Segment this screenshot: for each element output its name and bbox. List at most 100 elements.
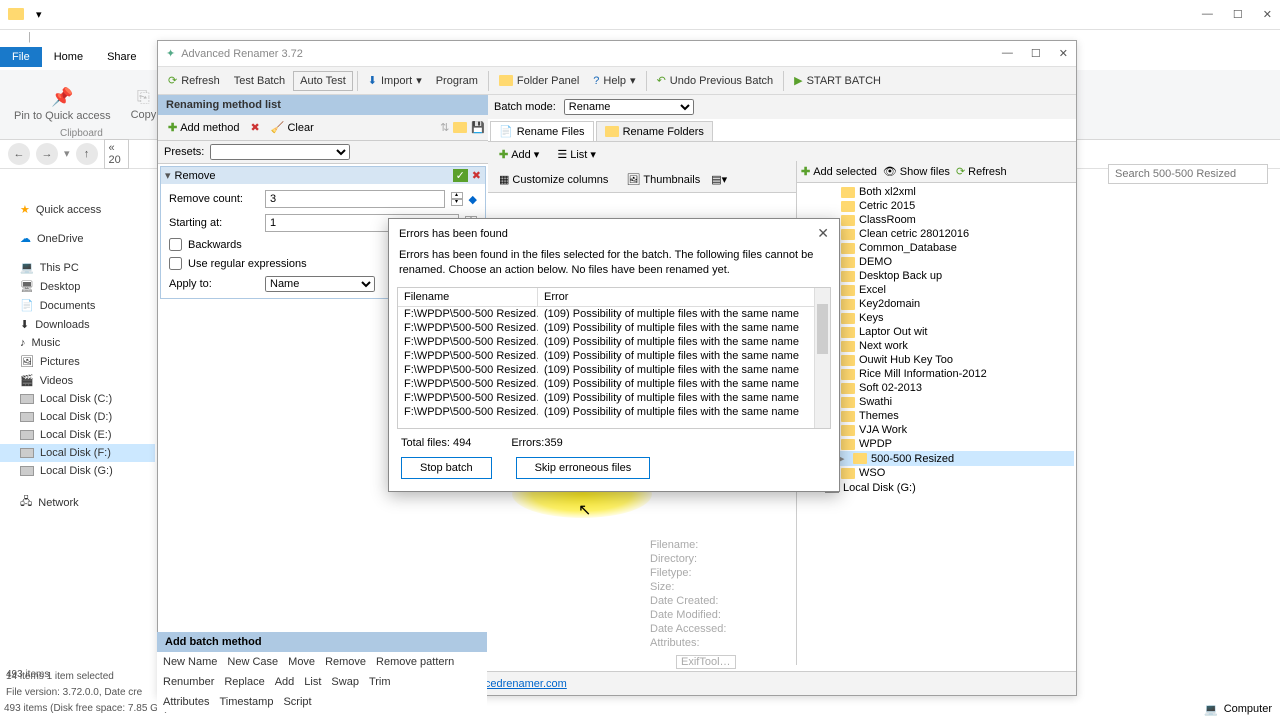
show-files-button[interactable]: 👁Show files [883,165,950,178]
folder-panel-button[interactable]: Folder Panel [493,72,585,90]
clear-button[interactable]: 🧹Clear [264,118,321,137]
tree-item[interactable]: WSO [799,466,1074,480]
sidebar-quick-access[interactable]: ★Quick access [0,200,155,219]
tree-item[interactable]: DEMO [799,255,1074,269]
remove-method-header[interactable]: ▾ Remove ✓ ✖ [161,167,485,184]
method-link[interactable]: List [304,676,321,688]
tree-item[interactable]: Laptor Out wit [799,325,1074,339]
sidebar-pictures[interactable]: 🖼Pictures [0,352,155,371]
sidebar-onedrive[interactable]: ☁OneDrive [0,229,155,248]
close-icon[interactable]: ✕ [817,225,829,242]
tree-item[interactable]: Themes [799,409,1074,423]
help-icon[interactable]: ◆ [469,193,477,206]
table-row[interactable]: F:\WPDP\500-500 Resized…(109) Possibilit… [398,377,830,391]
table-row[interactable]: F:\WPDP\500-500 Resized…(109) Possibilit… [398,307,830,321]
tree-item[interactable]: Next work [799,339,1074,353]
sidebar-videos[interactable]: 🎬Videos [0,371,155,390]
tree-item[interactable]: Ouwit Hub Key Too [799,353,1074,367]
thumbnails-button[interactable]: 🖼Thumbnails [619,170,707,189]
spinner[interactable]: ▴▾ [451,192,463,206]
method-link[interactable]: New Case [227,656,278,668]
tree-item[interactable]: ▸Local Disk (G:) [799,480,1074,495]
method-link[interactable]: Move [288,656,315,668]
table-row[interactable]: F:\WPDP\500-500 Resized…(109) Possibilit… [398,335,830,349]
table-row[interactable]: F:\WPDP\500-500 Resized…(109) Possibilit… [398,391,830,405]
tab-share[interactable]: Share [95,47,148,67]
tree-item[interactable]: ClassRoom [799,213,1074,227]
maximize-icon[interactable]: ☐ [1031,47,1041,60]
method-link[interactable]: Timestamp [219,696,273,708]
sidebar-drive-g[interactable]: Local Disk (G:) [0,462,155,480]
close-icon[interactable]: ✕ [1059,47,1068,60]
tab-file[interactable]: File [0,47,42,67]
close-icon[interactable]: ✕ [1263,8,1272,21]
method-link[interactable]: Replace [224,676,264,688]
start-batch-button[interactable]: ▶START BATCH [788,71,887,90]
col-filename[interactable]: Filename [398,288,538,306]
sidebar-drive-c[interactable]: Local Disk (C:) [0,390,155,408]
sidebar-drive-d[interactable]: Local Disk (D:) [0,408,155,426]
tree-item[interactable]: VJA Work [799,423,1074,437]
table-row[interactable]: F:\WPDP\500-500 Resized…(109) Possibilit… [398,349,830,363]
maximize-icon[interactable]: ☐ [1233,8,1243,21]
minimize-icon[interactable]: — [1202,8,1213,21]
tree-item[interactable]: Both xl2xml [799,185,1074,199]
tree-item[interactable]: ▸500-500 Resized [799,451,1074,466]
back-button[interactable]: ← [8,143,30,165]
tab-rename-folders[interactable]: Rename Folders [596,121,713,141]
tree-item[interactable]: WPDP [799,437,1074,451]
remove-count-input[interactable] [265,190,445,208]
sidebar-drive-e[interactable]: Local Disk (E:) [0,426,155,444]
exiftool-button[interactable]: ExifTool… [676,655,736,669]
tree-item[interactable]: Soft 02-2013 [799,381,1074,395]
arrow-icon[interactable]: ⇅ [440,121,449,134]
close-method-icon[interactable]: ✖ [472,169,481,182]
minimize-icon[interactable]: — [1002,47,1013,60]
skip-erroneous-button[interactable]: Skip erroneous files [516,457,651,479]
tab-home[interactable]: Home [42,47,95,67]
help-button[interactable]: ?Help▾ [587,71,641,90]
expand-icon[interactable]: ▸ [839,452,849,465]
method-link[interactable]: Renumber [163,676,214,688]
breadcrumb[interactable]: « 20 [104,139,129,169]
chevron-down-icon[interactable]: ▾ [64,147,70,160]
sidebar-drive-f[interactable]: Local Disk (F:) [0,444,155,462]
tree-item[interactable]: Rice Mill Information-2012 [799,367,1074,381]
open-icon[interactable] [453,122,467,133]
method-link[interactable]: Swap [331,676,359,688]
tree-item[interactable]: Keys [799,311,1074,325]
list-button[interactable]: ☰List▾ [550,145,603,164]
sidebar-music[interactable]: ♪Music [0,334,155,352]
undo-button[interactable]: ↶Undo Previous Batch [651,71,780,90]
auto-test-button[interactable]: Auto Test [293,71,353,91]
presets-select[interactable] [210,144,350,160]
scrollbar[interactable] [814,288,830,428]
add-button[interactable]: ✚Add▾ [492,145,546,164]
search-input[interactable] [1108,164,1268,184]
tree-refresh-button[interactable]: ⟳Refresh [956,165,1007,178]
table-row[interactable]: F:\WPDP\500-500 Resized…(109) Possibilit… [398,363,830,377]
method-link[interactable]: Remove pattern [376,656,454,668]
add-selected-button[interactable]: ✚Add selected [801,165,877,178]
down-icon[interactable]: ▾ [36,8,42,21]
sidebar-thispc[interactable]: 💻This PC [0,258,155,277]
up-button[interactable]: ↑ [76,143,98,165]
method-link[interactable]: Add [275,676,295,688]
method-link[interactable]: Script [283,696,311,708]
table-row[interactable]: F:\WPDP\500-500 Resized…(109) Possibilit… [398,321,830,335]
add-method-button[interactable]: ✚Add method [161,118,247,137]
refresh-button[interactable]: ⟳Refresh [162,71,226,90]
tab-rename-files[interactable]: 📄Rename Files [490,121,594,141]
tree-item[interactable]: Excel [799,283,1074,297]
tree-item[interactable]: Clean cetric 28012016 [799,227,1074,241]
method-link[interactable]: Trim [369,676,391,688]
program-button[interactable]: Program [430,72,484,90]
method-link[interactable]: Remove [325,656,366,668]
sidebar-desktop[interactable]: 🖥Desktop [0,277,155,296]
view-icon[interactable]: ▤▾ [711,173,727,186]
tree-item[interactable]: Swathi [799,395,1074,409]
table-row[interactable]: F:\WPDP\500-500 Resized…(109) Possibilit… [398,405,830,419]
save-icon[interactable]: 💾 [471,121,485,134]
tree-item[interactable]: Key2domain [799,297,1074,311]
method-link[interactable]: Attributes [163,696,209,708]
